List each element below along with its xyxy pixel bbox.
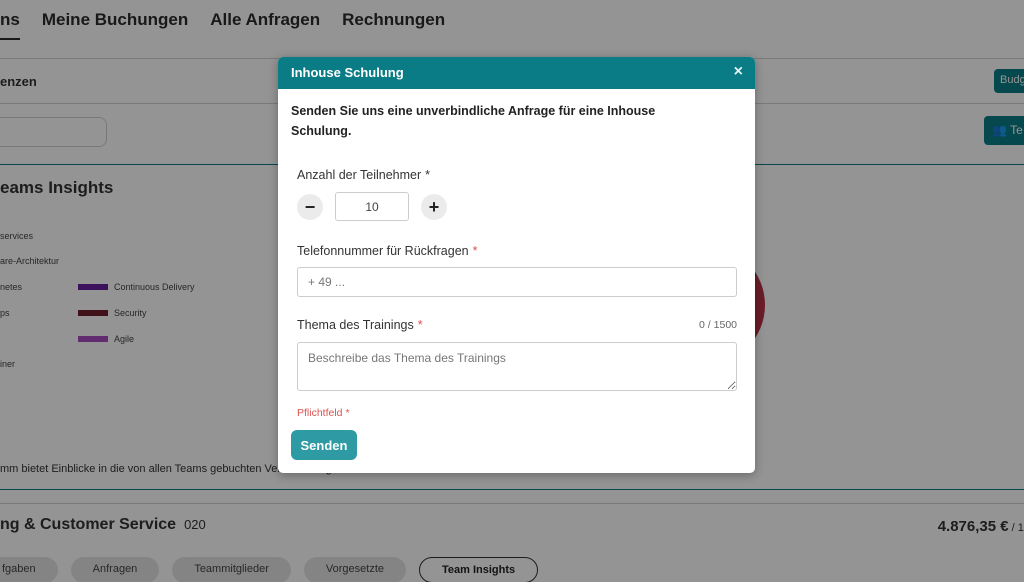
topic-textarea[interactable] <box>297 342 737 391</box>
phone-input[interactable] <box>297 267 737 297</box>
required-asterisk: * <box>345 407 350 419</box>
dialog-title: Inhouse Schulung <box>291 65 404 80</box>
required-note-text: Pflichtfeld <box>297 407 343 419</box>
participants-input[interactable] <box>335 192 409 221</box>
character-counter: 0 / 1500 <box>699 319 737 331</box>
phone-label: Telefonnummer für Rückfragen * <box>297 244 477 258</box>
close-icon[interactable]: × <box>734 63 743 81</box>
decrement-button[interactable]: − <box>297 194 323 220</box>
topic-label: Thema des Trainings * <box>297 318 423 332</box>
phone-label-text: Telefonnummer für Rückfragen <box>297 244 469 258</box>
required-note: Pflichtfeld * <box>297 407 350 419</box>
required-asterisk: * <box>417 318 423 332</box>
inhouse-schulung-dialog: Inhouse Schulung × Senden Sie uns eine u… <box>278 57 755 473</box>
increment-button[interactable]: + <box>421 194 447 220</box>
send-button[interactable]: Senden <box>291 430 357 460</box>
participants-label: Anzahl der Teilnehmer * <box>297 168 430 182</box>
dialog-intro: Senden Sie uns eine unverbindliche Anfra… <box>291 104 656 138</box>
participants-label-text: Anzahl der Teilnehmer <box>297 168 422 182</box>
required-asterisk: * <box>472 244 478 258</box>
required-asterisk: * <box>425 168 431 182</box>
dialog-header: Inhouse Schulung × <box>278 57 755 89</box>
topic-label-text: Thema des Trainings <box>297 318 414 332</box>
